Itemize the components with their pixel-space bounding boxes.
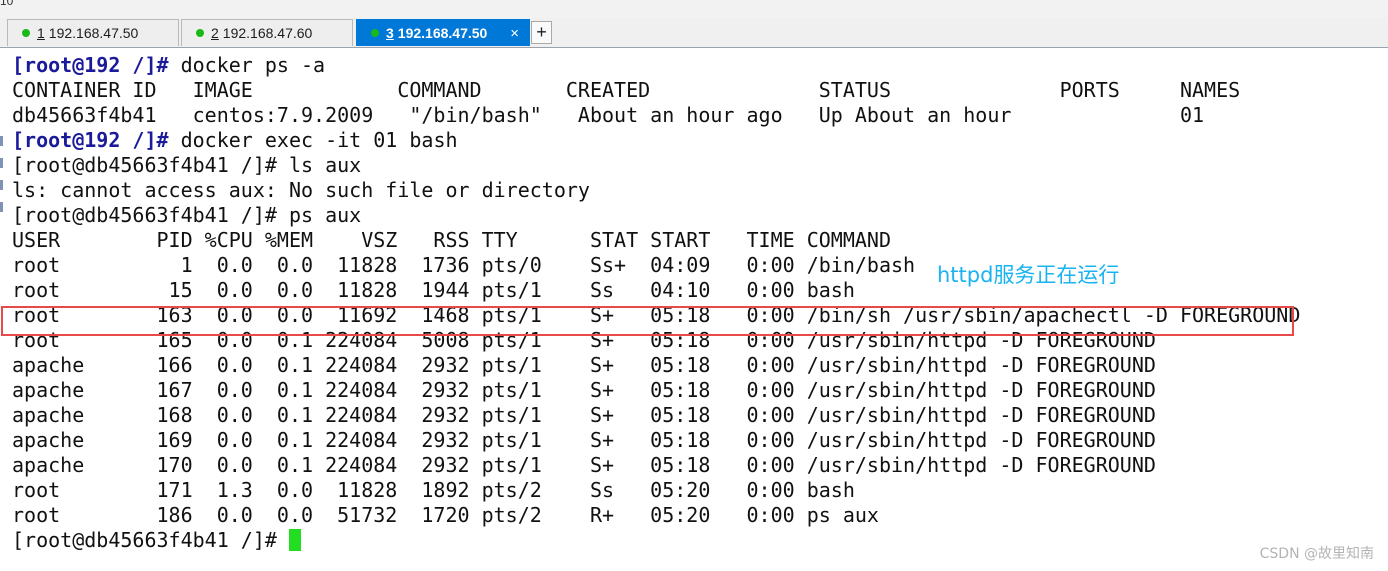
terminal-line: apache 168 0.0 0.1 224084 2932 pts/1 S+ … — [12, 403, 1156, 428]
annotation-text: httpd服务正在运行 — [937, 263, 1120, 287]
tab-host-label: 192.168.47.50 — [397, 25, 488, 41]
tab-close-icon[interactable]: × — [510, 25, 519, 42]
session-tab-bar: 1 192.168.47.50 2 192.168.47.60 3 192.16… — [0, 18, 1388, 48]
line-text: root 171 1.3 0.0 11828 1892 pts/2 Ss 05:… — [12, 478, 855, 502]
terminal-line: [root@192 /]# docker ps -a — [12, 53, 325, 78]
line-text: [root@db45663f4b41 /]# ls aux — [12, 153, 362, 177]
line-text: docker ps -a — [168, 53, 326, 77]
line-text: docker exec -it 01 bash — [168, 128, 458, 152]
terminal-line: root 15 0.0 0.0 11828 1944 pts/1 Ss 04:1… — [12, 278, 855, 303]
line-text: USER PID %CPU %MEM VSZ RSS TTY STAT STAR… — [12, 228, 891, 252]
terminal-line: apache 166 0.0 0.1 224084 2932 pts/1 S+ … — [12, 353, 1156, 378]
terminal-line: [root@192 /]# docker exec -it 01 bash — [12, 128, 458, 153]
new-tab-button[interactable]: + — [531, 21, 552, 44]
line-text: db45663f4b41 centos:7.9.2009 "/bin/bash"… — [12, 103, 1205, 127]
terminal-line: root 171 1.3 0.0 11828 1892 pts/2 Ss 05:… — [12, 478, 855, 503]
line-text: CONTAINER ID IMAGE COMMAND CREATED STATU… — [12, 78, 1241, 102]
terminal-line: ls: cannot access aux: No such file or d… — [12, 178, 590, 203]
terminal-line: apache 167 0.0 0.1 224084 2932 pts/1 S+ … — [12, 378, 1156, 403]
tab-host-label: 192.168.47.50 — [48, 25, 139, 41]
terminal-line: USER PID %CPU %MEM VSZ RSS TTY STAT STAR… — [12, 228, 891, 253]
tab-host-label: 192.168.47.60 — [222, 25, 313, 41]
shell-prompt: [root@192 /]# — [12, 53, 169, 77]
terminal-line: apache 169 0.0 0.1 224084 2932 pts/1 S+ … — [12, 428, 1156, 453]
terminal-line: [root@db45663f4b41 /]# ls aux — [12, 153, 361, 178]
line-text: apache 170 0.0 0.1 224084 2932 pts/1 S+ … — [12, 453, 1156, 477]
line-text: [root@db45663f4b41 /]# — [12, 528, 289, 552]
line-text: root 1 0.0 0.0 11828 1736 pts/0 Ss+ 04:0… — [12, 253, 916, 277]
highlight-box — [1, 306, 1294, 336]
watermark: CSDN @故里知南 — [1259, 546, 1374, 562]
line-text: apache 167 0.0 0.1 224084 2932 pts/1 S+ … — [12, 378, 1156, 402]
terminal-line: [root@db45663f4b41 /]# ps aux — [12, 203, 361, 228]
terminal-line: db45663f4b41 centos:7.9.2009 "/bin/bash"… — [12, 103, 1204, 128]
line-text: ls: cannot access aux: No such file or d… — [12, 178, 590, 202]
tab-number: 3 — [386, 25, 394, 41]
window-top-strip: 10 — [0, 0, 1388, 18]
line-text: root 15 0.0 0.0 11828 1944 pts/1 Ss 04:1… — [12, 278, 855, 302]
terminal-line: root 186 0.0 0.0 51732 1720 pts/2 R+ 05:… — [12, 503, 879, 528]
tab-number: 1 — [37, 25, 45, 41]
line-text: [root@db45663f4b41 /]# ps aux — [12, 203, 362, 227]
line-text: apache 168 0.0 0.1 224084 2932 pts/1 S+ … — [12, 403, 1156, 427]
terminal-line: apache 170 0.0 0.1 224084 2932 pts/1 S+ … — [12, 453, 1156, 478]
line-text: root 186 0.0 0.0 51732 1720 pts/2 R+ 05:… — [12, 503, 879, 527]
terminal-output[interactable]: [root@192 /]# docker ps -a CONTAINER ID I… — [0, 48, 1388, 571]
top-fragment-text: 10 — [0, 0, 14, 8]
session-tab-3[interactable]: 3 192.168.47.50 × — [356, 19, 530, 46]
line-text: apache 166 0.0 0.1 224084 2932 pts/1 S+ … — [12, 353, 1156, 377]
tab-number: 2 — [211, 25, 219, 41]
terminal-line: [root@db45663f4b41 /]# — [12, 528, 301, 553]
terminal-cursor — [288, 529, 301, 551]
shell-prompt: [root@192 /]# — [12, 128, 169, 152]
session-tab-2[interactable]: 2 192.168.47.60 — [181, 19, 353, 46]
line-text: apache 169 0.0 0.1 224084 2932 pts/1 S+ … — [12, 428, 1156, 452]
connected-status-icon — [371, 29, 379, 37]
connected-status-icon — [196, 29, 204, 37]
session-tab-1[interactable]: 1 192.168.47.50 — [7, 19, 179, 46]
connected-status-icon — [22, 29, 30, 37]
terminal-line: CONTAINER ID IMAGE COMMAND CREATED STATU… — [12, 78, 1240, 103]
terminal-line: root 1 0.0 0.0 11828 1736 pts/0 Ss+ 04:0… — [12, 253, 915, 278]
